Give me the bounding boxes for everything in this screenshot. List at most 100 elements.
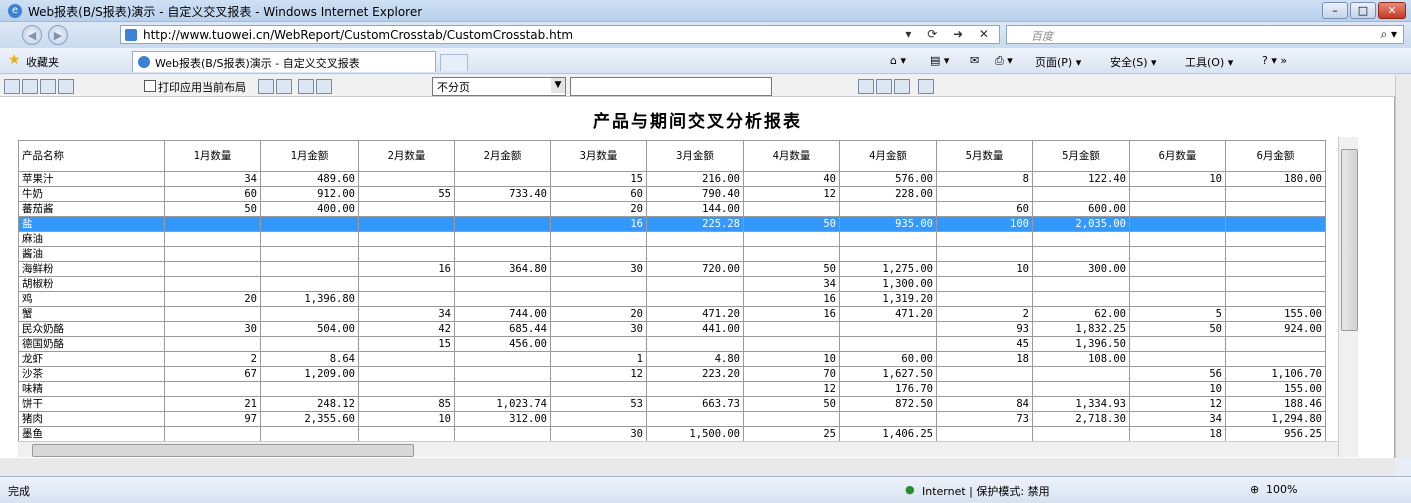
column-header[interactable]: 6月金额	[1225, 140, 1326, 172]
zoom-level[interactable]: 100%	[1266, 483, 1297, 496]
value-cell	[1032, 381, 1130, 397]
export-word-icon[interactable]	[276, 79, 292, 94]
book-icon[interactable]	[40, 79, 56, 94]
address-actions[interactable]: ▾ ⟳ ➜ ✕	[905, 27, 995, 41]
value-cell: 188.46	[1225, 396, 1326, 412]
product-name-cell: 酱油	[18, 246, 165, 262]
export-pdf-icon[interactable]	[298, 79, 314, 94]
table-row[interactable]: 墨鱼 30 1,500.00 25 1,406.25 18 956.25	[18, 426, 1326, 442]
column-header[interactable]: 6月数量	[1129, 140, 1226, 172]
scrollbar-thumb[interactable]	[1341, 149, 1358, 331]
close-button[interactable]: ✕	[1378, 2, 1406, 19]
column-header[interactable]: 4月数量	[743, 140, 840, 172]
value-cell: 55	[358, 186, 455, 202]
find-next-icon[interactable]	[876, 79, 892, 94]
table-row[interactable]: 民众奶酪 30 504.00 42 685.44 30 441.00 93 1,832.25 50…	[18, 321, 1326, 337]
page-menu[interactable]: 页面(P) ▾	[1035, 54, 1081, 70]
chart-icon[interactable]	[918, 79, 934, 94]
table-row[interactable]: 味精 12 176.70 10 155.00	[18, 381, 1326, 397]
value-cell: 12	[550, 366, 647, 382]
column-header[interactable]: 4月金额	[839, 140, 937, 172]
print-layout-checkbox[interactable]	[144, 80, 156, 92]
forward-button[interactable]: ▶	[48, 25, 68, 45]
find-input[interactable]	[570, 77, 772, 96]
paging-select[interactable]: 不分页 ▼	[432, 77, 566, 96]
table-row[interactable]: 牛奶 60 912.00 55 733.40 60 790.40 12 228.00	[18, 186, 1326, 202]
value-cell	[454, 201, 551, 217]
value-cell: 10	[358, 411, 455, 427]
address-field[interactable]: http://www.tuowei.cn/WebReport/CustomCro…	[120, 25, 1000, 44]
table-row[interactable]: 饼干 21 248.12 85 1,023.74 53 663.73 50 872.50 84 1,…	[18, 396, 1326, 412]
value-cell: 1,209.00	[260, 366, 359, 382]
export-excel-icon[interactable]	[258, 79, 274, 94]
table-row[interactable]: 龙虾 2 8.64 1 4.80 10 60.00 18 108.00	[18, 351, 1326, 367]
table-row[interactable]: 沙茶 67 1,209.00 12 223.20 70 1,627.50 56 1,106.70	[18, 366, 1326, 382]
maximize-button[interactable]: □	[1350, 2, 1376, 19]
column-header[interactable]: 2月数量	[358, 140, 455, 172]
feeds-icon[interactable]: ▤ ▾	[930, 54, 949, 67]
safety-menu[interactable]: 安全(S) ▾	[1110, 54, 1157, 70]
value-cell: 924.00	[1225, 321, 1326, 337]
home-icon[interactable]: ⌂ ▾	[890, 54, 906, 67]
table-horizontal-scrollbar[interactable]	[18, 441, 1338, 457]
browser-tab[interactable]: Web报表(B/S报表)演示 - 自定义交叉报表	[132, 51, 436, 72]
table-row[interactable]: 蟹 34 744.00 20 471.20 16 471.20 2 62.00 5 155.00	[18, 306, 1326, 322]
search-icon[interactable]: ⌕ ▾	[1380, 27, 1397, 42]
settings-icon[interactable]	[894, 79, 910, 94]
value-cell: 16	[358, 261, 455, 277]
search-field[interactable]: 百度 ⌕ ▾	[1006, 25, 1404, 44]
value-cell: 50	[743, 396, 840, 412]
column-header[interactable]: 5月金额	[1032, 140, 1130, 172]
value-cell: 1,300.00	[839, 276, 937, 292]
table-row[interactable]: 蕃茄酱 50 400.00 20 144.00 60 600.00	[18, 201, 1326, 217]
minimize-button[interactable]: –	[1322, 2, 1348, 19]
value-cell: 60	[936, 201, 1033, 217]
value-cell	[1129, 351, 1226, 367]
column-header[interactable]: 1月数量	[164, 140, 261, 172]
ie-logo-icon: e	[8, 4, 22, 18]
new-tab-button[interactable]	[440, 54, 468, 71]
table-row[interactable]: 麻油	[18, 231, 1326, 247]
table-vertical-scrollbar[interactable]	[1338, 137, 1358, 457]
product-name-cell: 胡椒粉	[18, 276, 165, 292]
favorites-button[interactable]: 收藏夹	[26, 54, 59, 70]
export-image-icon[interactable]	[316, 79, 332, 94]
table-row[interactable]: 盐 16 225.28 50 935.00 100 2,035.00	[18, 216, 1326, 232]
table-row[interactable]: 苹果汁 34 489.60 15 216.00 40 576.00 8 122.40 10 180.…	[18, 171, 1326, 187]
page-vertical-scrollbar[interactable]	[1395, 75, 1411, 458]
table-row[interactable]: 猪肉 97 2,355.60 10 312.00 73 2,718.30 34 1,294.80	[18, 411, 1326, 427]
print-preview-icon[interactable]	[22, 79, 38, 94]
value-cell	[1032, 366, 1130, 382]
scrollbar-thumb[interactable]	[32, 444, 414, 457]
find-icon[interactable]	[858, 79, 874, 94]
column-header[interactable]: 产品名称	[18, 140, 165, 172]
table-row[interactable]: 鸡 20 1,396.80 16 1,319.20	[18, 291, 1326, 307]
mail-icon[interactable]: ✉	[970, 54, 979, 67]
zoom-icon[interactable]: ⊕	[1250, 483, 1259, 496]
tools-menu[interactable]: 工具(O) ▾	[1185, 54, 1233, 70]
print-icon[interactable]	[4, 79, 20, 94]
column-header[interactable]: 2月金额	[454, 140, 551, 172]
value-cell	[550, 276, 647, 292]
column-header[interactable]: 5月数量	[936, 140, 1033, 172]
table-row[interactable]: 海鲜粉 16 364.80 30 720.00 50 1,275.00 10 300.00	[18, 261, 1326, 277]
security-zone[interactable]: Internet | 保护模式: 禁用	[922, 483, 1050, 499]
value-cell: 912.00	[260, 186, 359, 202]
value-cell	[1129, 216, 1226, 232]
help-icon[interactable]: ? ▾ »	[1262, 54, 1287, 67]
value-cell	[1129, 186, 1226, 202]
page-setup-icon[interactable]	[58, 79, 74, 94]
column-header[interactable]: 1月金额	[260, 140, 359, 172]
table-row[interactable]: 胡椒粉 34 1,300.00	[18, 276, 1326, 292]
table-row[interactable]: 德国奶酪 15 456.00 45 1,396.50	[18, 336, 1326, 352]
value-cell	[1225, 231, 1326, 247]
value-cell	[550, 246, 647, 262]
back-button[interactable]: ◀	[22, 25, 42, 45]
table-row[interactable]: 酱油	[18, 246, 1326, 262]
column-header[interactable]: 3月金额	[646, 140, 744, 172]
value-cell	[358, 246, 455, 262]
favorites-star-icon[interactable]: ★	[8, 52, 21, 68]
column-header[interactable]: 3月数量	[550, 140, 647, 172]
product-name-cell: 民众奶酪	[18, 321, 165, 337]
print-icon[interactable]: ⎙ ▾	[995, 54, 1013, 68]
